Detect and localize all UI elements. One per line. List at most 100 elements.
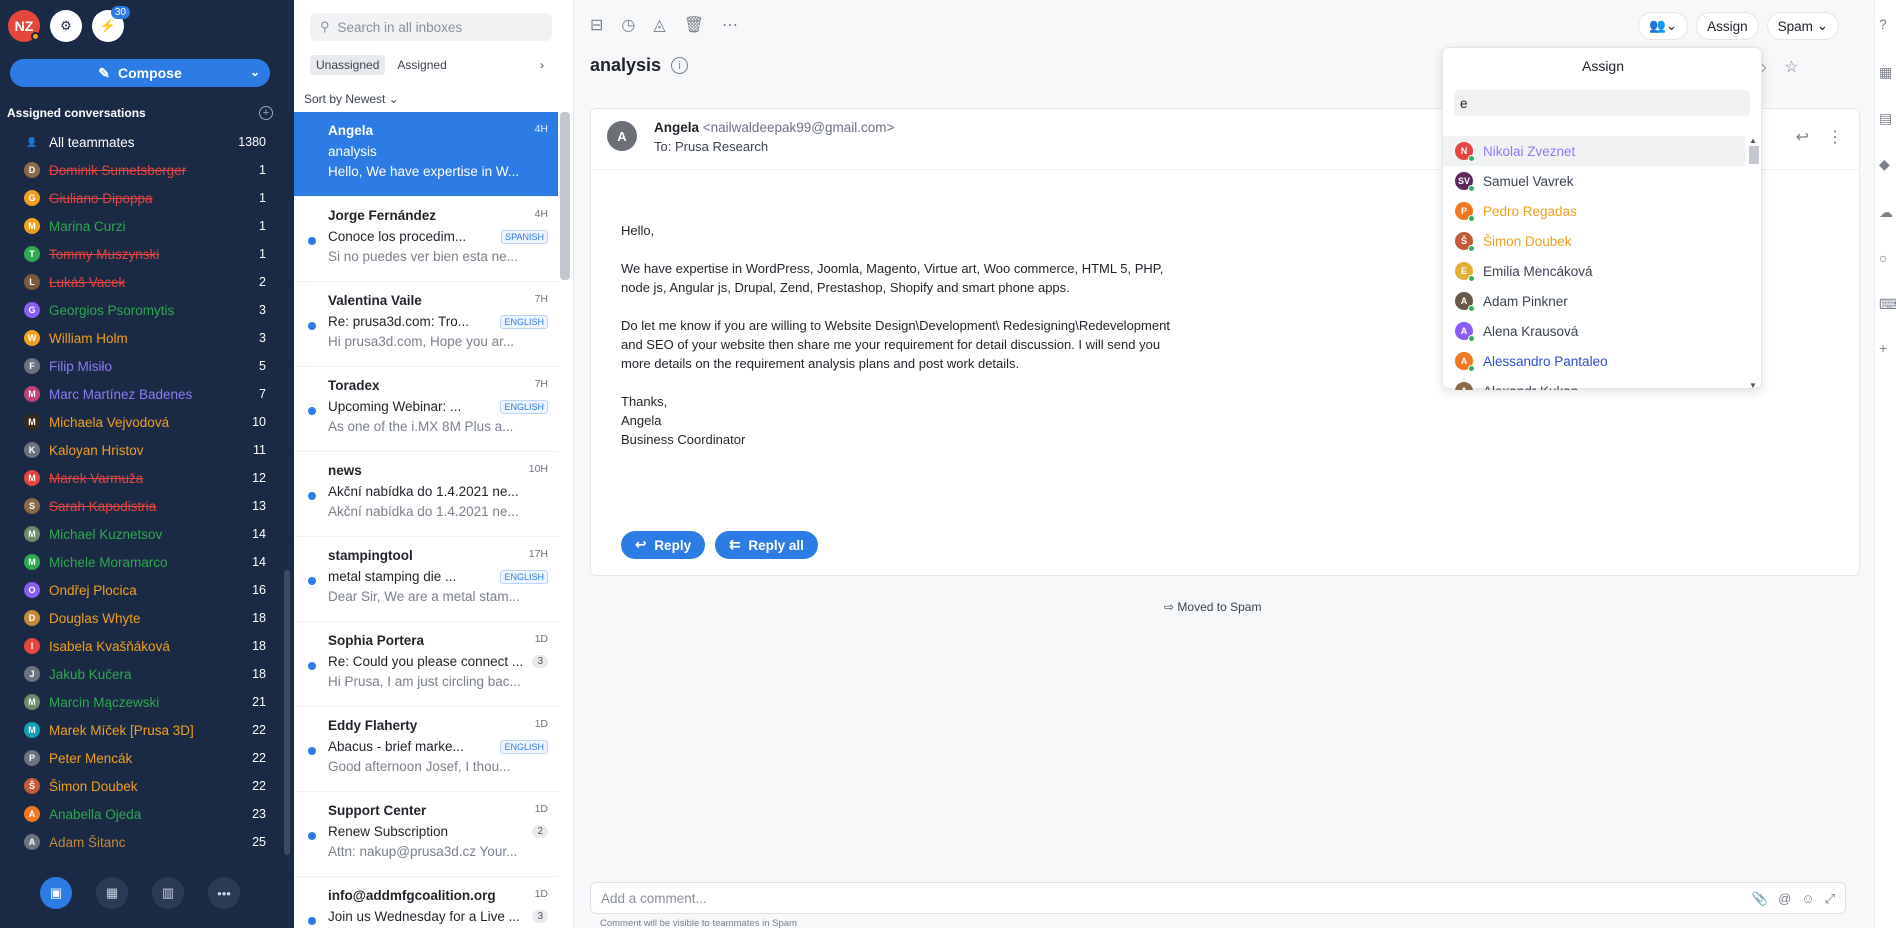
spam-dropdown[interactable]: Spam ⌄ <box>1766 12 1840 40</box>
assign-option[interactable]: Š Šimon Doubek <box>1443 226 1745 256</box>
settings-button[interactable]: ⚙ <box>50 10 82 42</box>
teammate-item[interactable]: T Tommy Muszynski 1 <box>0 240 282 268</box>
teammate-item[interactable]: O Ondřej Plocica 16 <box>0 576 282 604</box>
conversation-item[interactable]: Valentina Vaile 7H Re: prusa3d.com: Tro...… <box>294 282 558 367</box>
teammate-item[interactable]: D Douglas Whyte 18 <box>0 604 282 632</box>
app-icon[interactable]: ○ <box>1879 250 1887 266</box>
conversation-item[interactable]: info@addmfgcoalition.org 1D Join us Wednes… <box>294 877 558 928</box>
teammate-item[interactable]: M Marek Varmuža 12 <box>0 464 282 492</box>
scroll-thumb[interactable] <box>1749 146 1759 164</box>
more-icon[interactable]: ⋯ <box>722 15 738 35</box>
mute-icon[interactable]: ◬ <box>653 15 665 35</box>
conversation-item[interactable]: Eddy Flaherty 1D Abacus - brief marke... EN… <box>294 707 558 792</box>
assign-option[interactable]: SV Samuel Vavrek <box>1443 166 1745 196</box>
bolt-button[interactable]: ⚡ 30 <box>92 6 130 42</box>
teammate-item[interactable]: M Michael Kuznetsov 14 <box>0 520 282 548</box>
teammate-item[interactable]: F Filip Misiło 5 <box>0 352 282 380</box>
teammate-item[interactable]: L Lukáš Vacek 2 <box>0 268 282 296</box>
conversation-item[interactable]: Jorge Fernández 4H Conoce los procedim... S… <box>294 197 558 282</box>
assign-option[interactable]: A Adam Pinkner <box>1443 286 1745 316</box>
assign-option[interactable]: P Pedro Regadas <box>1443 196 1745 226</box>
more-vertical-icon[interactable]: ⋮ <box>1827 127 1843 147</box>
assign-option[interactable]: A Alessandro Pantaleo <box>1443 346 1745 376</box>
assign-option[interactable]: A Alena Krausová <box>1443 316 1745 346</box>
trash-icon[interactable]: 🗑 <box>684 15 704 35</box>
user-avatar[interactable]: NZ <box>8 10 40 42</box>
app-icon[interactable]: ◆ <box>1879 156 1890 173</box>
teammate-count: 12 <box>252 471 266 485</box>
teammate-item[interactable]: G Giuliano Dipoppa 1 <box>0 184 282 212</box>
tab-assigned[interactable]: Assigned <box>391 55 452 75</box>
teammate-item[interactable]: S Sarah Kapodistria 13 <box>0 492 282 520</box>
scroll-up-icon[interactable]: ▲ <box>1749 136 1757 145</box>
conversation-subject-row: Join us Wednesday for a Live ... 3 <box>328 909 548 924</box>
teammate-item[interactable]: M Marina Curzi 1 <box>0 212 282 240</box>
teammate-item[interactable]: J Jakub Kučera 18 <box>0 660 282 688</box>
conversation-item[interactable]: Support Center 1D Renew Subscription 2 Attn:… <box>294 792 558 877</box>
calendar-icon[interactable]: ▦ <box>1879 64 1892 81</box>
teammate-item[interactable]: 👤 All teammates 1380 <box>0 128 282 156</box>
conversation-item[interactable]: news 10H Akční nabídka do 1.4.2021 ne... Ak… <box>294 452 558 537</box>
star-icon[interactable]: ☆ <box>1784 57 1798 77</box>
add-icon[interactable]: + <box>259 106 273 120</box>
teammate-item[interactable]: M Marcin Mączewski 21 <box>0 688 282 716</box>
add-icon[interactable]: + <box>1879 340 1887 356</box>
reply-icon[interactable]: ↩ <box>1796 127 1809 147</box>
info-icon[interactable]: i <box>671 57 689 74</box>
expand-icon[interactable]: ⤢ <box>1825 891 1835 907</box>
assign-scrollbar[interactable]: ▲ ▼ <box>1747 136 1759 390</box>
attachment-icon[interactable]: 📎 <box>1752 891 1768 907</box>
assign-button[interactable]: Assign <box>1696 12 1759 40</box>
conversation-preview: Dear Sir, We are a metal stam... <box>328 589 520 604</box>
chevron-down-icon[interactable]: ⌄ <box>250 65 260 79</box>
reply-all-button[interactable]: ⇇ Reply all <box>715 531 818 559</box>
calendar-nav-button[interactable]: ▦ <box>96 877 128 909</box>
sort-dropdown[interactable]: Sort by Newest ⌄ <box>304 92 399 106</box>
assign-search-input[interactable]: e <box>1454 90 1750 116</box>
sidebar-scrollbar[interactable] <box>284 570 290 855</box>
analytics-nav-button[interactable]: ▥ <box>152 877 184 909</box>
teammate-item[interactable]: G Georgios Psoromytis 3 <box>0 296 282 324</box>
participants-button[interactable]: 👥 ⌄ <box>1638 12 1689 40</box>
teammate-item[interactable]: A Anabella Ojeda 23 <box>0 800 282 828</box>
assign-option[interactable]: N Nikolai Zveznet <box>1443 136 1745 166</box>
comment-input[interactable]: Add a comment... 📎 @ ☺ ⤢ <box>590 882 1846 914</box>
teammate-item[interactable]: I Isabela Kvašňáková 18 <box>0 632 282 660</box>
inbox-nav-button[interactable]: ▣ <box>40 877 72 909</box>
more-nav-button[interactable]: ••• <box>208 877 240 909</box>
conversation-item[interactable]: stampingtool 17H metal stamping die ... ENG… <box>294 537 558 622</box>
teammate-item[interactable]: Š Šimon Doubek 22 <box>0 772 282 800</box>
assign-option[interactable]: A Alexandr Kukan <box>1443 376 1745 390</box>
chevron-right-icon[interactable]: › <box>540 58 544 72</box>
snooze-icon[interactable]: ◷ <box>621 15 635 35</box>
archive-icon[interactable]: ⊟ <box>590 15 603 35</box>
keyboard-icon[interactable]: ⌨ <box>1879 296 1896 313</box>
teammate-item[interactable]: P Peter Mencák 22 <box>0 744 282 772</box>
sender-name[interactable]: Angela <box>654 120 699 135</box>
scroll-down-icon[interactable]: ▼ <box>1749 381 1757 390</box>
chevron-down-icon: ⌄ <box>1665 18 1678 33</box>
reply-button[interactable]: ↩ Reply <box>621 531 706 559</box>
teammate-item[interactable]: W William Holm 3 <box>0 324 282 352</box>
teammate-item[interactable]: D Dominik Sumetsberger 1 <box>0 156 282 184</box>
teammate-name: Adam Šitanc <box>49 834 126 850</box>
tab-unassigned[interactable]: Unassigned <box>310 55 386 75</box>
teammate-item[interactable]: M Michaela Vejvodová 10 <box>0 408 282 436</box>
teammate-item[interactable]: A Adam Šitanc 25 <box>0 828 282 856</box>
teammate-item[interactable]: M Marek Míček [Prusa 3D] 22 <box>0 716 282 744</box>
conversation-item[interactable]: Sophia Portera 1D Re: Could you please con… <box>294 622 558 707</box>
contacts-icon[interactable]: ▤ <box>1879 110 1892 127</box>
help-icon[interactable]: ? <box>1879 16 1887 32</box>
teammate-item[interactable]: K Kaloyan Hristov 11 <box>0 436 282 464</box>
teammate-item[interactable]: M Marc Martínez Badenes 7 <box>0 380 282 408</box>
conversation-item[interactable]: Angela 4H analysis Hello, We have expertise… <box>294 112 558 197</box>
conversation-scrollbar[interactable] <box>560 112 570 280</box>
cloud-icon[interactable]: ☁ <box>1879 204 1893 221</box>
emoji-icon[interactable]: ☺ <box>1801 891 1814 907</box>
search-input[interactable]: ⚲ Search in all inboxes <box>310 13 552 41</box>
teammate-item[interactable]: M Michele Moramarco 14 <box>0 548 282 576</box>
conversation-item[interactable]: Toradex 7H Upcoming Webinar: ... ENGLISH As … <box>294 367 558 452</box>
compose-button[interactable]: ✎ Compose ⌄ <box>10 59 270 87</box>
mention-icon[interactable]: @ <box>1778 891 1791 907</box>
assign-option[interactable]: E Emilia Mencáková <box>1443 256 1745 286</box>
